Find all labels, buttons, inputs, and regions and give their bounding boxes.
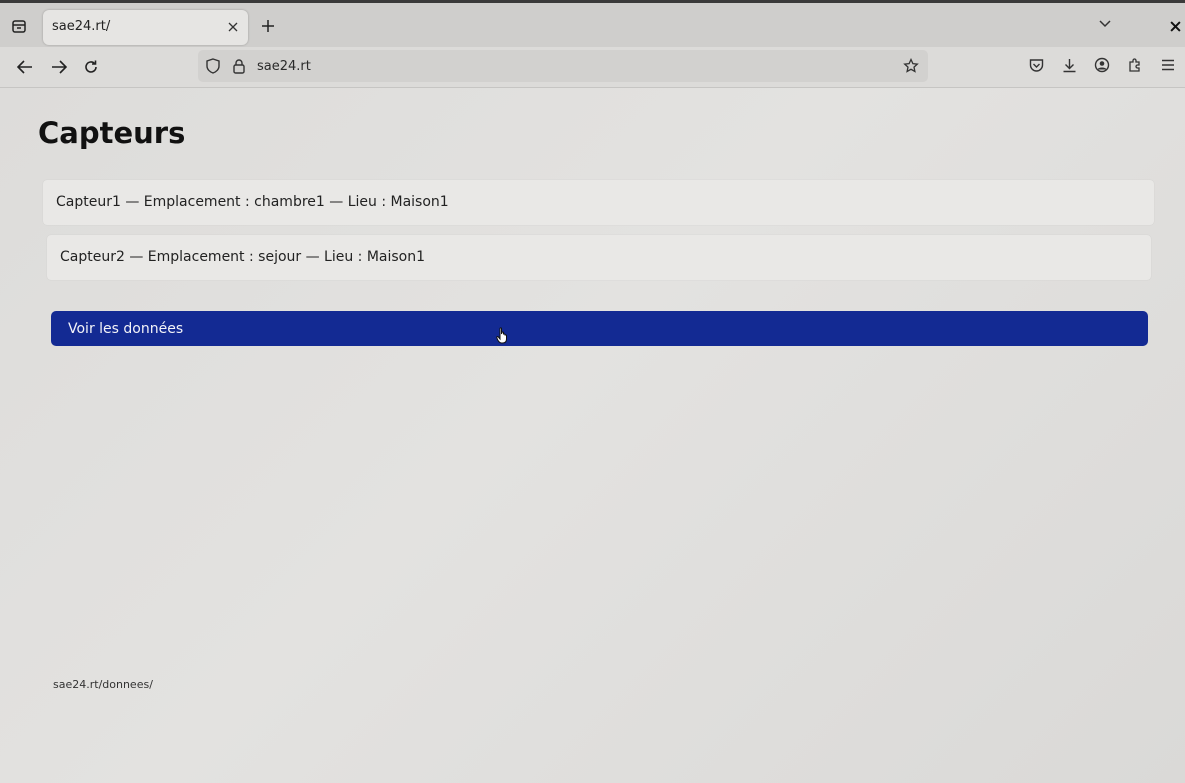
chevron-down-icon[interactable]	[1096, 15, 1114, 33]
lock-icon[interactable]	[231, 58, 247, 74]
status-bar-url: sae24.rt/donnees/	[53, 678, 153, 691]
folder-tabs-icon[interactable]	[10, 17, 28, 35]
tab-title: sae24.rt/	[52, 19, 111, 34]
puzzle-icon[interactable]	[1126, 56, 1144, 74]
navigation-toolbar: sae24.rt	[0, 47, 1185, 88]
page-title: Capteurs	[38, 116, 186, 150]
window-close-icon[interactable]	[1166, 17, 1184, 35]
tab-active[interactable]: sae24.rt/	[43, 10, 248, 45]
shield-icon[interactable]	[205, 58, 221, 74]
address-bar[interactable]: sae24.rt	[198, 50, 928, 82]
sensor-list-item: Capteur1 — Emplacement : chambre1 — Lieu…	[43, 180, 1154, 225]
view-data-button[interactable]: Voir les données	[51, 311, 1148, 346]
close-icon[interactable]	[225, 19, 241, 35]
url-text[interactable]: sae24.rt	[257, 59, 311, 74]
back-arrow-icon[interactable]	[15, 57, 35, 77]
forward-arrow-icon[interactable]	[49, 57, 69, 77]
reload-icon[interactable]	[81, 57, 101, 77]
tab-strip: sae24.rt/	[0, 0, 1185, 47]
hamburger-menu-icon[interactable]	[1159, 56, 1177, 74]
pocket-icon[interactable]	[1027, 56, 1045, 74]
sensor-list-item: Capteur2 — Emplacement : sejour — Lieu :…	[47, 235, 1151, 280]
account-icon[interactable]	[1093, 56, 1111, 74]
plus-icon[interactable]	[258, 16, 278, 36]
page-content: Capteurs Capteur1 — Emplacement : chambr…	[0, 88, 1185, 783]
download-icon[interactable]	[1060, 56, 1078, 74]
star-icon[interactable]	[902, 57, 920, 75]
hand-pointer-cursor-icon	[496, 327, 510, 348]
